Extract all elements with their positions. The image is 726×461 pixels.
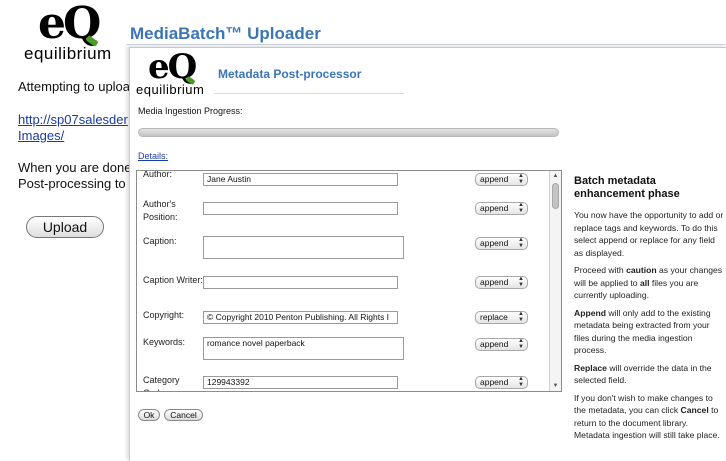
- help-emphasis: all: [639, 277, 650, 288]
- up-down-arrows-icon: ▲ ▼: [518, 338, 524, 350]
- authors-position-mode-value: append: [480, 203, 509, 213]
- help-paragraph-intro: You now have the opportunity to add or r…: [574, 210, 724, 258]
- category-code-mode-select[interactable]: append ▲ ▼: [475, 376, 528, 389]
- keywords-textarea[interactable]: romance novel paperback: [203, 337, 404, 360]
- keywords-mode-select[interactable]: append ▲ ▼: [475, 338, 528, 351]
- popup-title-divider: [214, 93, 404, 94]
- scroll-thumb[interactable]: [552, 183, 559, 209]
- help-paragraph-caution: Proceed with caution as your changes wil…: [574, 264, 724, 302]
- scroll-up-arrow-icon[interactable]: ▲: [550, 171, 561, 181]
- field-row-caption-writer: Caption Writer: append ▲ ▼: [137, 274, 547, 304]
- title-divider: [126, 44, 726, 45]
- scroll-down-arrow-icon[interactable]: ▼: [550, 381, 561, 391]
- uploader-title: MediaBatch™ Uploader: [130, 24, 321, 43]
- logo-wordmark-small: equilibrium: [136, 82, 205, 97]
- author-mode-select[interactable]: append ▲ ▼: [475, 173, 528, 186]
- help-paragraph-cancel: If you don't wish to make changes to the…: [574, 392, 724, 442]
- up-down-arrows-icon: ▲ ▼: [518, 276, 524, 288]
- form-scrollbar[interactable]: ▲ ▼: [549, 171, 561, 391]
- author-mode-value: append: [480, 174, 509, 184]
- field-label-category-code: Category Code:: [143, 375, 180, 391]
- help-paragraph-append: Append will only add to the existing met…: [574, 307, 724, 357]
- category-code-input[interactable]: 129943392: [203, 376, 398, 389]
- help-emphasis: caution: [626, 265, 657, 275]
- field-label-keywords: Keywords:: [143, 337, 186, 347]
- upload-button[interactable]: Upload: [26, 216, 104, 238]
- category-code-mode-value: append: [480, 377, 509, 387]
- field-row-author: Author: Jane Austin append ▲ ▼: [137, 171, 547, 199]
- caption-writer-mode-value: append: [480, 277, 509, 287]
- field-label-caption: Caption:: [143, 236, 177, 246]
- help-emphasis: Replace: [574, 362, 607, 373]
- up-down-arrows-icon: ▲ ▼: [518, 311, 524, 323]
- metadata-form: Author: Jane Austin append ▲ ▼ Author's P…: [136, 170, 562, 392]
- field-label-copyright: Copyright:: [143, 310, 185, 320]
- up-down-arrows-icon: ▲ ▼: [518, 237, 524, 249]
- destination-link[interactable]: http://sp07salesder: [18, 112, 128, 127]
- field-label-authors-position: Author's Position:: [143, 199, 178, 222]
- destination-link-continued[interactable]: Images/: [18, 128, 64, 143]
- instructions-line-2: Post-processing to s: [18, 176, 136, 191]
- field-row-keywords: Keywords: romance novel paperback append…: [137, 336, 547, 372]
- author-input[interactable]: Jane Austin: [203, 173, 398, 186]
- ok-button[interactable]: Ok: [138, 409, 160, 421]
- keywords-mode-value: append: [480, 339, 509, 349]
- postprocessor-title: Metadata Post-processor: [218, 67, 362, 81]
- caption-writer-input[interactable]: [203, 276, 398, 289]
- details-link[interactable]: Details:: [138, 151, 168, 161]
- copyright-mode-value: replace: [480, 312, 508, 322]
- up-down-arrows-icon: ▲ ▼: [518, 202, 524, 214]
- caption-writer-mode-select[interactable]: append ▲ ▼: [475, 276, 528, 289]
- logo-wordmark: equilibrium: [24, 44, 112, 63]
- field-row-category-code: Category Code: 129943392 append ▲▼: [137, 374, 547, 391]
- field-row-copyright: Copyright: © Copyright 2010 Penton Publi…: [137, 309, 547, 335]
- field-row-authors-position: Author's Position: append ▲ ▼: [137, 198, 547, 230]
- ingestion-progress-bar: [138, 128, 559, 137]
- ingestion-progress-label: Media Ingestion Progress:: [138, 106, 243, 116]
- metadata-postprocessor-window: eQ equilibrium Metadata Post-processor M…: [129, 47, 726, 461]
- field-label-caption-writer: Caption Writer:: [143, 275, 203, 285]
- upload-status-text: Attempting to uploa: [18, 79, 131, 94]
- equilibrium-logo: eQ equilibrium: [24, 2, 134, 64]
- help-text: Proceed with: [574, 265, 627, 275]
- help-emphasis: Append: [574, 307, 606, 318]
- help-title: Batch metadata enhancement phase: [574, 175, 680, 200]
- equilibrium-logo-small: eQ equilibrium: [136, 50, 224, 97]
- caption-mode-value: append: [480, 238, 509, 248]
- caption-mode-select[interactable]: append ▲ ▼: [475, 237, 528, 250]
- field-label-author: Author:: [143, 170, 173, 179]
- copyright-input[interactable]: © Copyright 2010 Penton Publishing. All …: [203, 311, 398, 324]
- caption-textarea[interactable]: [203, 236, 404, 259]
- help-emphasis: Cancel: [680, 405, 709, 415]
- authors-position-input[interactable]: [203, 202, 398, 215]
- copyright-mode-select[interactable]: replace ▲ ▼: [475, 311, 528, 324]
- cancel-button[interactable]: Cancel: [164, 409, 203, 421]
- field-row-caption: Caption: append ▲ ▼: [137, 235, 547, 269]
- instructions-line-1: When you are done: [18, 160, 132, 175]
- authors-position-mode-select[interactable]: append ▲ ▼: [475, 202, 528, 215]
- up-down-arrows-icon: ▲ ▼: [518, 173, 524, 185]
- up-down-arrows-icon: ▲ ▼: [518, 376, 524, 388]
- help-paragraph-replace: Replace will override the data in the se…: [574, 362, 724, 387]
- help-panel: Batch metadata enhancement phase You now…: [574, 175, 724, 447]
